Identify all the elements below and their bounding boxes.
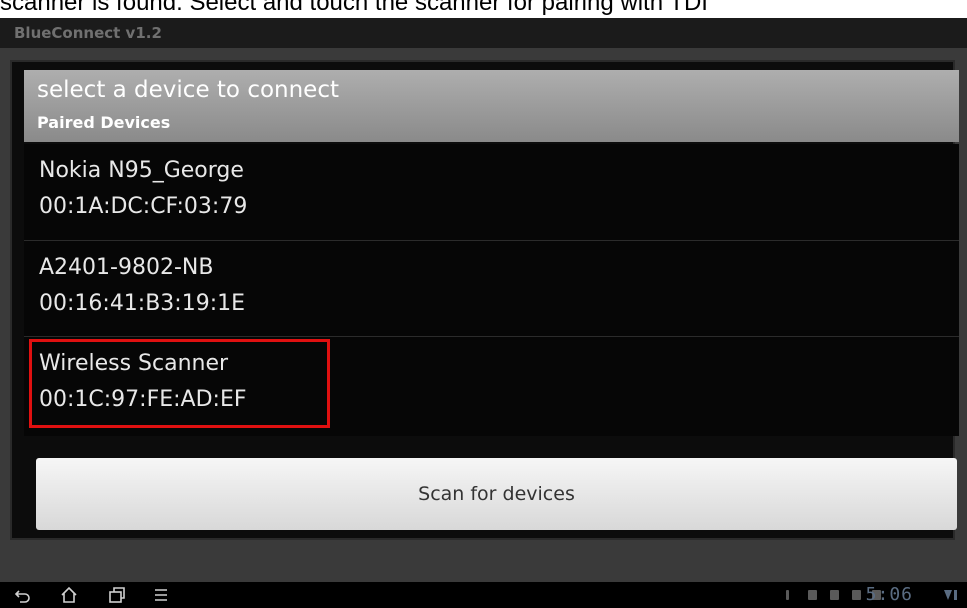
device-address: 00:1A:DC:CF:03:79: [39, 194, 248, 219]
dialog-header: select a device to connect Paired Device…: [24, 70, 959, 142]
back-icon[interactable]: [14, 582, 32, 608]
device-address: 00:16:41:B3:19:1E: [39, 291, 246, 316]
device-name: Nokia N95_George: [39, 158, 244, 183]
device-picker-dialog: select a device to connect Paired Device…: [10, 60, 959, 540]
selection-highlight-box: [29, 339, 330, 428]
device-name: A2401-9802-NB: [39, 255, 214, 280]
notification-icon: [852, 590, 861, 600]
recent-apps-icon[interactable]: [108, 582, 126, 608]
tablet-screen: BlueConnect v1.2 select a device to conn…: [0, 18, 967, 608]
app-title: BlueConnect v1.2: [0, 18, 967, 48]
device-item-nokia[interactable]: Nokia N95_George 00:1A:DC:CF:03:79: [24, 144, 959, 240]
signal-icon: [944, 590, 957, 600]
scan-for-devices-button[interactable]: Scan for devices: [36, 458, 957, 530]
device-item-wireless-scanner[interactable]: Wireless Scanner 00:1C:97:FE:AD:EF: [24, 336, 959, 432]
device-item-a2401[interactable]: A2401-9802-NB 00:16:41:B3:19:1E: [24, 240, 959, 336]
system-bar: 5:06: [0, 582, 967, 608]
status-clock: 5:06: [865, 584, 913, 605]
instruction-caption: scanner is found. Select and touch the s…: [0, 0, 708, 16]
notification-icon: [808, 590, 817, 600]
dialog-title: select a device to connect: [37, 77, 339, 103]
paired-devices-label: Paired Devices: [37, 113, 171, 132]
menu-icon[interactable]: [152, 582, 170, 608]
notification-icon: [830, 590, 839, 600]
home-icon[interactable]: [60, 582, 78, 608]
paired-devices-list: Nokia N95_George 00:1A:DC:CF:03:79 A2401…: [24, 144, 959, 436]
notification-icon: [786, 590, 789, 600]
